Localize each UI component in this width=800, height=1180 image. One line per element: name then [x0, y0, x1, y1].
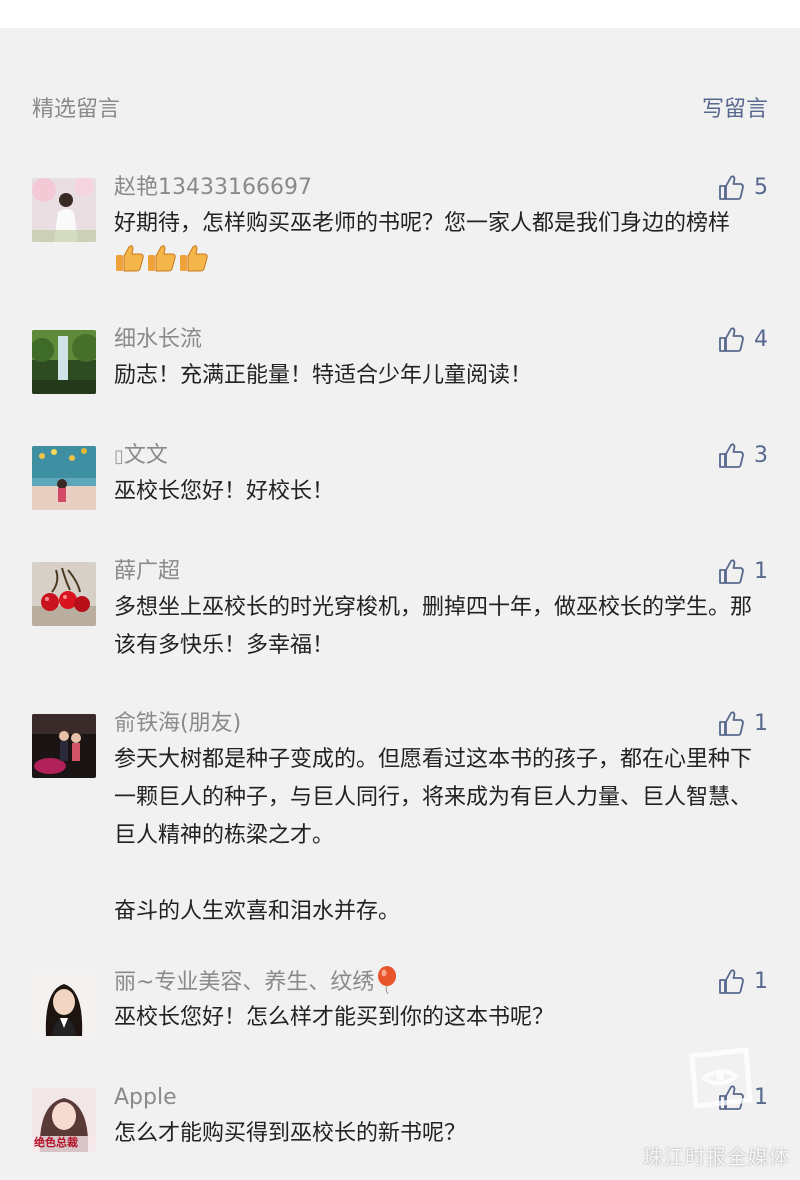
comment-text: 巫校长您好！怎么样才能买到你的这本书呢？: [114, 1005, 555, 1030]
avatar[interactable]: [32, 972, 96, 1036]
thumbs-up-icon: [719, 559, 744, 584]
write-comment-button[interactable]: 写留言: [702, 90, 768, 130]
like-count: 4: [754, 327, 768, 352]
thumbs-up-icon: [719, 175, 744, 200]
avatar[interactable]: [32, 330, 96, 394]
like-button[interactable]: 5: [718, 172, 768, 204]
like-button[interactable]: 1: [718, 556, 768, 588]
like-button[interactable]: 1: [718, 708, 768, 740]
comment-text: 参天大树都是种子变成的。但愿看过这本书的孩子，都在心里种下一颗巨人的种子，与巨人…: [114, 747, 753, 924]
like-count: 5: [754, 175, 768, 200]
thumbs-up-emoji: [114, 245, 210, 275]
thumbs-up-icon: [719, 327, 744, 352]
avatar[interactable]: 绝色总裁: [32, 1088, 96, 1152]
comment-text: 巫校长您好！好校长！: [114, 479, 335, 504]
commenter-name: 俞铁海(朋友): [114, 711, 242, 736]
like-button[interactable]: 1: [718, 966, 768, 998]
like-count: 3: [754, 443, 768, 468]
comment-text: 好期待，怎样购买巫老师的书呢？您一家人都是我们身边的榜样: [114, 205, 754, 282]
watermark-logo-icon: [689, 1048, 753, 1109]
like-count: 1: [754, 559, 768, 584]
commenter-name: ▯文文: [114, 443, 168, 468]
thumbs-up-icon: [719, 711, 744, 736]
thumbs-up-icon: [719, 969, 744, 994]
avatar[interactable]: [32, 562, 96, 626]
like-button[interactable]: 4: [718, 324, 768, 356]
section-title: 精选留言: [32, 97, 121, 122]
avatar[interactable]: [32, 446, 96, 510]
commenter-name: 细水长流: [114, 327, 203, 352]
commenter-name: 薛广超: [114, 559, 181, 584]
comments-header: 精选留言 写留言: [32, 90, 768, 130]
watermark-text: 珠江时报全媒体: [643, 1145, 790, 1169]
like-count: 1: [754, 969, 768, 994]
comment-text: 多想坐上巫校长的时光穿梭机，删掉四十年，做巫校长的学生。那该有多快乐！多幸福！: [114, 595, 753, 658]
like-button[interactable]: 3: [718, 440, 768, 472]
avatar[interactable]: [32, 178, 96, 242]
avatar[interactable]: [32, 714, 96, 778]
avatar-caption: 绝色总裁: [34, 1136, 78, 1149]
like-count: 1: [754, 711, 768, 736]
commenter-name: 赵艳13433166697: [114, 175, 312, 200]
comment-text: 励志！充满正能量！特适合少年儿童阅读！: [114, 363, 533, 388]
commenter-name: 丽~专业美容、养生、纹绣: [114, 966, 768, 998]
thumbs-up-icon: [719, 443, 744, 468]
commenter-name: Apple: [114, 1085, 177, 1110]
balloon-emoji: [378, 966, 397, 994]
